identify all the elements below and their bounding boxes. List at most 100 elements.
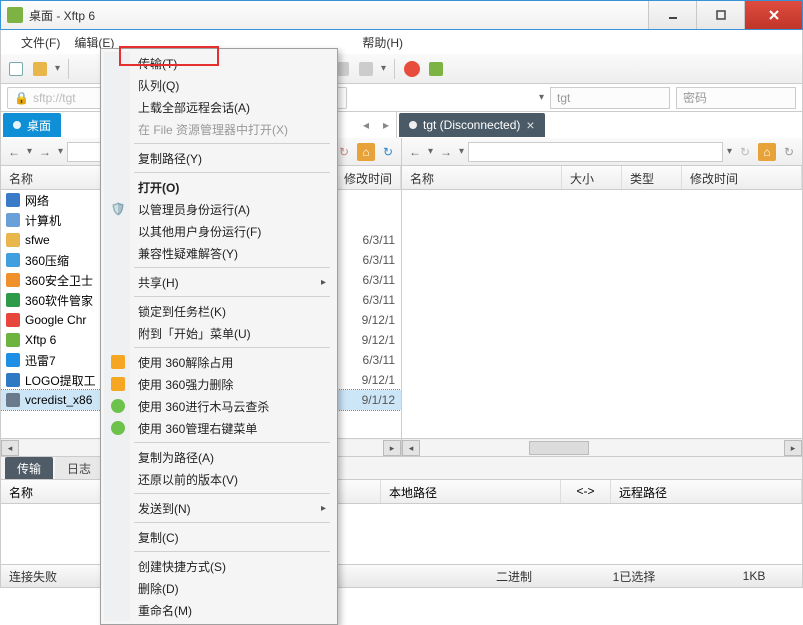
open-folder-icon[interactable] [31,60,49,78]
tab-log[interactable]: 日志 [55,457,103,479]
file-date: 6/3/11 [363,353,401,367]
file-name: 迅雷7 [25,352,56,369]
nav-forward-icon[interactable]: → [36,143,54,161]
ctx-sendto[interactable]: 发送到(N)▸ [104,497,334,519]
scroll-right-icon[interactable]: ▸ [383,440,401,456]
tcol-localpath[interactable]: 本地路径 [381,480,561,503]
tab-scroll-left-icon[interactable]: ◂ [356,118,376,132]
file-name: 360软件管家 [25,292,93,309]
ctx-run-as[interactable]: 以其他用户身份运行(F) [104,220,334,242]
ctx-share[interactable]: 共享(H)▸ [104,271,334,293]
tab-close-icon[interactable]: × [526,117,534,133]
nav-back-icon[interactable]: ← [406,143,424,161]
green-square-icon[interactable] [427,60,445,78]
ctx-queue[interactable]: 队列(Q) [104,74,334,96]
scroll-right-icon[interactable]: ▸ [784,440,802,456]
ctx-delete[interactable]: 删除(D) [104,577,334,599]
file-icon [5,292,21,308]
nav-refresh-icon[interactable]: ↻ [379,143,397,161]
titlebar: 桌面 - Xftp 6 [0,0,803,30]
ctx-copy-as-path[interactable]: 复制为路径(A) [104,446,334,468]
ctx-upload-all[interactable]: 上载全部远程会话(A) [104,96,334,118]
submenu-arrow-icon: ▸ [321,277,326,288]
file-date: 6/3/11 [363,273,401,287]
file-date: 9/12/1 [362,313,401,327]
menu-file[interactable]: 文件(F) [21,34,60,51]
ctx-run-admin[interactable]: 🛡️以管理员身份运行(A) [104,198,334,220]
nav-home-icon[interactable]: ⌂ [357,143,375,161]
remote-navbar: ← ▾ → ▾ ▾ ↻ ⌂ ↻ [402,138,802,166]
file-name: 计算机 [25,212,61,229]
password-input[interactable]: 密码 [676,87,796,109]
ctx-open[interactable]: 打开(O) [104,176,334,198]
nav-home-icon[interactable]: ⌂ [758,143,776,161]
tab-remote-tgt[interactable]: tgt (Disconnected) × [399,113,545,137]
nav-refresh-icon[interactable]: ↻ [780,143,798,161]
toolbar-dropdown-icon[interactable]: ▾ [55,63,60,74]
tab-local-desktop[interactable]: 桌面 [3,113,61,137]
red-circle-icon[interactable] [403,60,421,78]
tcol-remotepath[interactable]: 远程路径 [611,480,802,503]
address-history-dropdown[interactable]: ▾ [539,92,544,103]
remote-pane: ← ▾ → ▾ ▾ ↻ ⌂ ↻ 名称 大小 类型 修改时间 ◂ ▸ [402,138,802,456]
ctx-360-forcedel[interactable]: 使用 360强力删除 [104,373,334,395]
file-icon [5,212,21,228]
maximize-button[interactable] [696,1,744,29]
ctx-copy-path[interactable]: 复制路径(Y) [104,147,334,169]
ctx-restore[interactable]: 还原以前的版本(V) [104,468,334,490]
file-icon [5,372,21,388]
file-name: LOGO提取工 [25,372,96,389]
scroll-left-icon[interactable]: ◂ [1,440,19,456]
file-name: 网络 [25,192,49,209]
nav-forward-icon[interactable]: → [437,143,455,161]
minimize-button[interactable] [648,1,696,29]
nav-back-icon[interactable]: ← [5,143,23,161]
file-icon [5,252,21,268]
ctx-360-manage[interactable]: 使用 360管理右键菜单 [104,417,334,439]
status-size: 1KB [714,569,794,583]
nav-up-icon[interactable]: ↻ [736,143,754,161]
remote-path-input[interactable] [468,142,723,162]
ctx-transfer[interactable]: 传输(T) [104,52,334,74]
ctx-pin-taskbar[interactable]: 锁定到任务栏(K) [104,300,334,322]
ctx-open-explorer[interactable]: 在 File 资源管理器中打开(X) [104,118,334,140]
tab-status-dot-icon [409,121,417,129]
col-name[interactable]: 名称 [402,166,562,189]
col-mtime[interactable]: 修改时间 [682,166,802,189]
paste-icon[interactable] [357,60,375,78]
file-date: 9/1/12 [362,393,401,407]
file-date: 9/12/1 [362,373,401,387]
app-icon [7,7,23,23]
col-type[interactable]: 类型 [622,166,682,189]
remote-file-list[interactable] [402,190,802,438]
scroll-left-icon[interactable]: ◂ [402,440,420,456]
scrollbar-thumb[interactable] [529,441,589,455]
360-icon [110,376,126,392]
file-name: sfwe [25,233,50,247]
ctx-compat[interactable]: 兼容性疑难解答(Y) [104,242,334,264]
tcol-arrow[interactable]: <-> [561,480,611,503]
tab-transfer[interactable]: 传输 [5,457,53,479]
file-date: 6/3/11 [363,293,401,307]
file-name: vcredist_x86 [25,393,92,407]
paste-dropdown-icon[interactable]: ▾ [381,63,386,74]
ctx-rename[interactable]: 重命名(M) [104,599,334,621]
file-date: 6/3/11 [363,233,401,247]
ctx-shortcut[interactable]: 创建快捷方式(S) [104,555,334,577]
ctx-360-trojan[interactable]: 使用 360进行木马云查杀 [104,395,334,417]
menu-help[interactable]: 帮助(H) [362,34,403,51]
file-icon [5,272,21,288]
context-menu: 传输(T) 队列(Q) 上载全部远程会话(A) 在 File 资源管理器中打开(… [100,48,338,625]
username-input[interactable]: tgt [550,87,670,109]
close-button[interactable] [744,1,802,29]
status-connection: 连接失败 [9,568,57,585]
ctx-360-unlock[interactable]: 使用 360解除占用 [104,351,334,373]
file-name: 360安全卫士 [25,272,93,289]
ctx-copy[interactable]: 复制(C) [104,526,334,548]
ctx-pin-start[interactable]: 附到「开始」菜单(U) [104,322,334,344]
remote-hscrollbar[interactable]: ◂ ▸ [402,438,802,456]
col-size[interactable]: 大小 [562,166,622,189]
tab-scroll-right-icon[interactable]: ▸ [376,118,396,132]
new-session-icon[interactable] [7,60,25,78]
file-name: Google Chr [25,313,86,327]
